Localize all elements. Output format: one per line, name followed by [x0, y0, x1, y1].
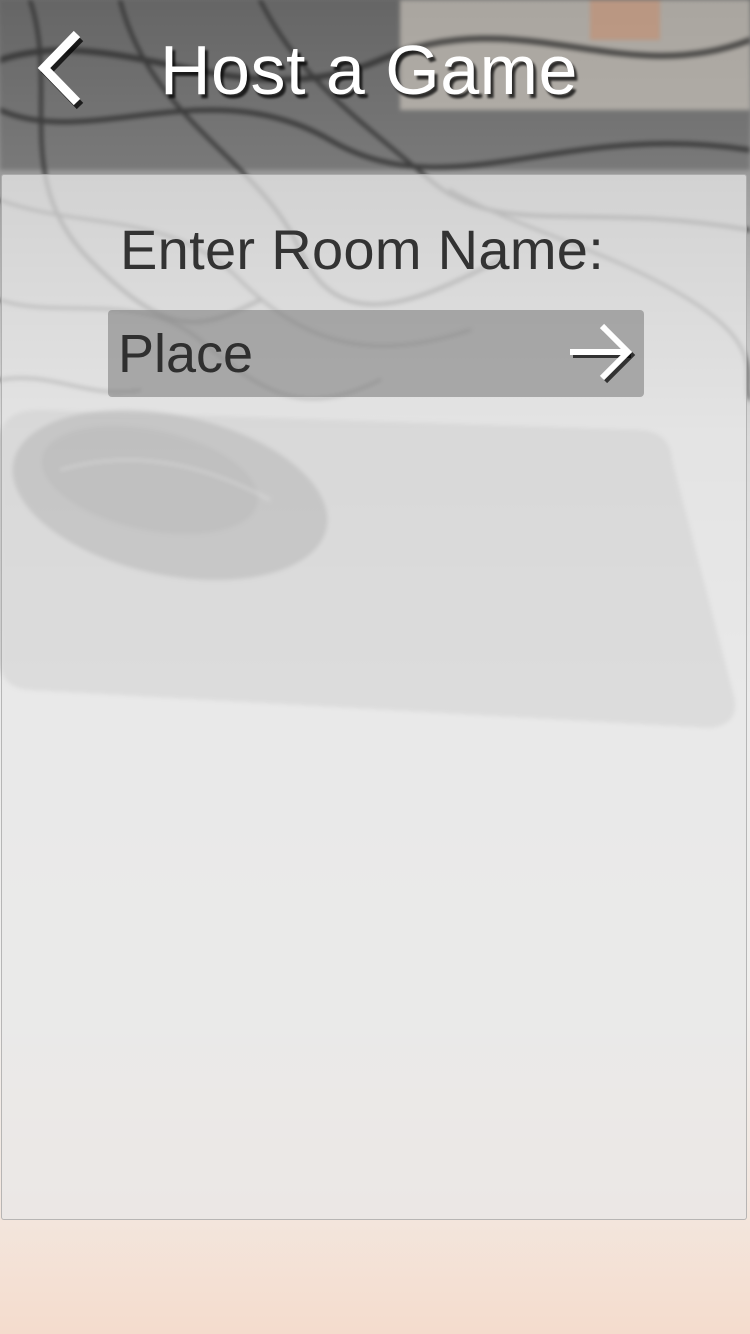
room-name-field: [108, 310, 644, 397]
chevron-left-icon: [37, 30, 84, 110]
room-name-input[interactable]: [118, 310, 558, 397]
back-button[interactable]: [28, 24, 98, 114]
top-bar: Host a Game: [0, 0, 750, 175]
host-game-panel: Enter Room Name:: [1, 174, 747, 1220]
arrow-right-icon: [570, 323, 636, 384]
room-name-label: Enter Room Name:: [120, 218, 605, 281]
page-title: Host a Game: [160, 31, 578, 109]
app-screen: Host a Game Enter Room Name:: [0, 0, 750, 1334]
submit-button[interactable]: [564, 310, 644, 397]
